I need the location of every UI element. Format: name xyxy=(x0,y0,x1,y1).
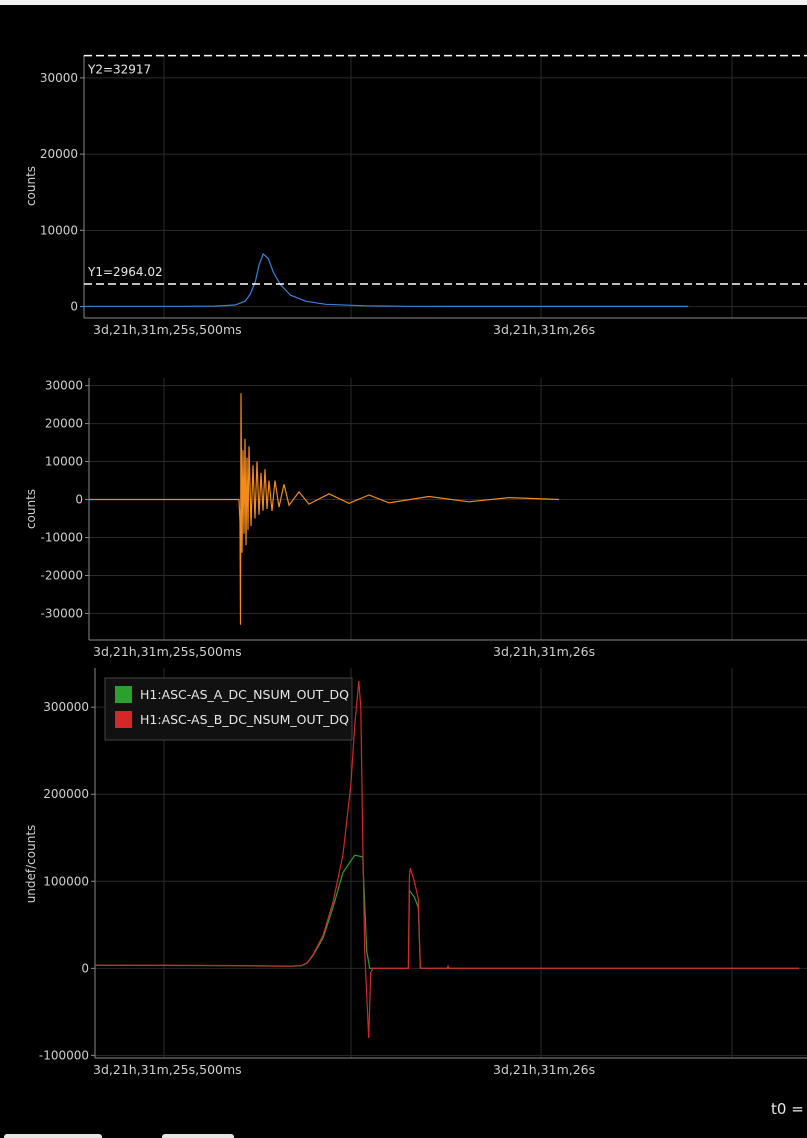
y-axis-label: counts xyxy=(24,166,38,206)
chart-area[interactable]: 0 10000 20000 30000 counts 3d,21h,31m,25s,500… xyxy=(0,0,807,1132)
legend-swatch-1 xyxy=(115,686,132,703)
y-tick-label: 0 xyxy=(81,961,89,975)
tab-bar xyxy=(0,1132,807,1138)
tab-1[interactable] xyxy=(4,1134,102,1138)
y-tick-label: -20000 xyxy=(40,568,83,582)
y-tick-label: 10000 xyxy=(40,223,78,237)
y-tick-label: 100000 xyxy=(43,874,89,888)
y-tick-label: 300000 xyxy=(43,700,89,714)
series-line-1 xyxy=(89,393,560,625)
x-tick-label: 3d,21h,31m,26s xyxy=(493,1062,595,1077)
series-line-1 xyxy=(84,252,689,307)
series-line-1 xyxy=(94,854,800,969)
y-tick-label: -10000 xyxy=(40,530,83,544)
y-tick-label: 20000 xyxy=(40,147,78,161)
window-top-border xyxy=(0,0,807,5)
y-tick-label: 200000 xyxy=(43,787,89,801)
x-tick-label: 3d,21h,31m,26s xyxy=(493,322,595,337)
plot-panel-3: -100000 0 100000 200000 300000 undef/counts 3d… xyxy=(24,668,807,1077)
y-tick-label: 20000 xyxy=(45,417,83,431)
y-axis-label: undef/counts xyxy=(24,825,38,904)
y-tick-label: 0 xyxy=(70,300,78,314)
cursor-label: Y1=2964.02 xyxy=(87,265,163,279)
legend-label: H1:ASC-AS_A_DC_NSUM_OUT_DQ xyxy=(140,687,349,702)
legend-swatch-2 xyxy=(115,711,132,728)
plot-panel-2: -30000 -20000 -10000 0 10000 20000 30000 counts… xyxy=(24,378,807,659)
y-tick-label: 30000 xyxy=(40,71,78,85)
plot-panel-1: 0 10000 20000 30000 counts 3d,21h,31m,25s,500… xyxy=(24,54,807,337)
plot-window: 0 10000 20000 30000 counts 3d,21h,31m,25s,500… xyxy=(0,0,807,1138)
y-tick-label: -30000 xyxy=(40,606,83,620)
cursor-label: Y2=32917 xyxy=(87,63,151,77)
x-tick-label: 3d,21h,31m,25s,500ms xyxy=(93,322,242,337)
x-tick-label: 3d,21h,31m,25s,500ms xyxy=(93,644,242,659)
x-tick-label: 3d,21h,31m,25s,500ms xyxy=(93,1062,242,1077)
x-tick-label: 3d,21h,31m,26s xyxy=(493,644,595,659)
y-axis-label: counts xyxy=(24,489,38,529)
y-tick-label: -100000 xyxy=(39,1048,89,1062)
y-tick-label: 30000 xyxy=(45,379,83,393)
y-tick-label: 0 xyxy=(75,493,83,507)
t0-label: t0 = xyxy=(771,1100,804,1118)
legend-label: H1:ASC-AS_B_DC_NSUM_OUT_DQ xyxy=(140,712,349,727)
tab-2[interactable] xyxy=(162,1134,234,1138)
y-tick-label: 10000 xyxy=(45,455,83,469)
